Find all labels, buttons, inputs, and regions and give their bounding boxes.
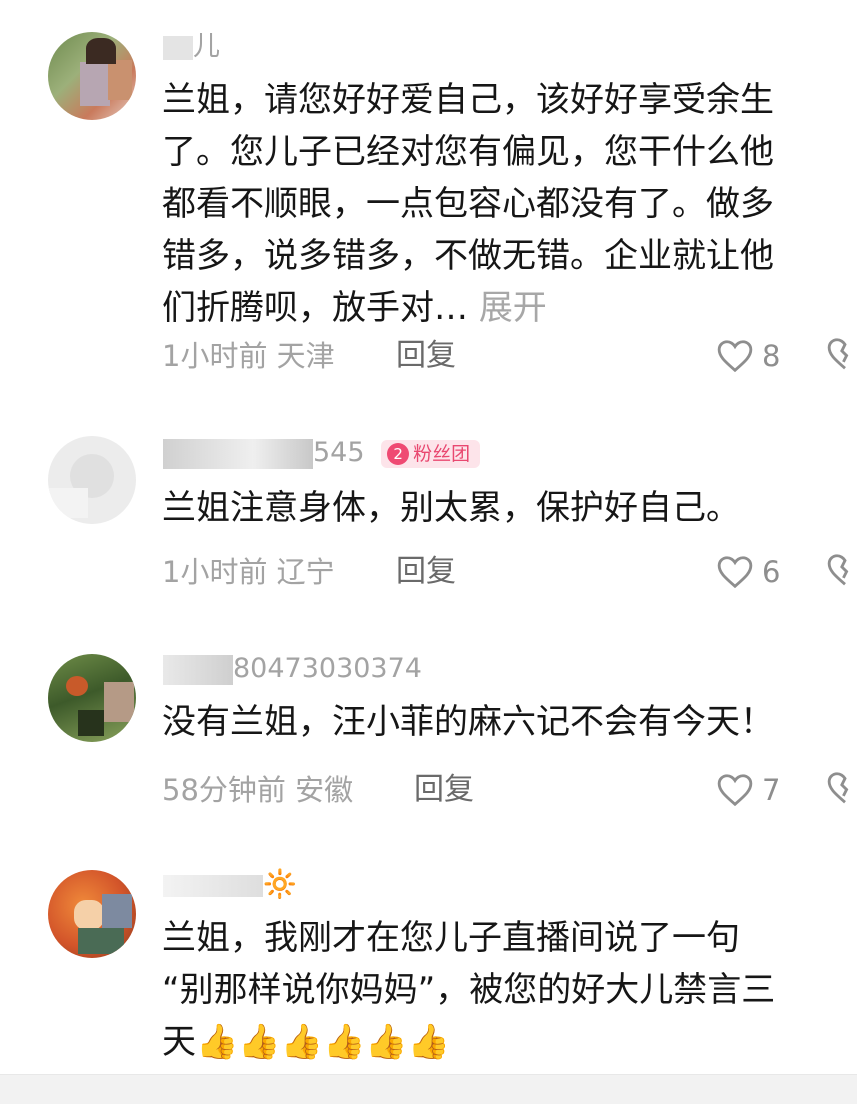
dislike-button[interactable] (826, 336, 857, 376)
username[interactable]: 545 2 粉丝团 (163, 436, 481, 470)
heart-outline-icon (717, 340, 753, 373)
avatar[interactable] (48, 436, 136, 524)
comment-line: 错多，说多错多，不做无错。企业就让他 (162, 236, 774, 276)
bottom-input-bar[interactable] (0, 1074, 857, 1104)
comment-line: 兰姐，请您好好爱自己，该好好享受余生 (162, 80, 774, 120)
comment-location: 安徽 (295, 773, 354, 807)
username[interactable]: 🔆 (163, 868, 297, 902)
comment-time: 1小时前 (162, 339, 268, 373)
comment-meta: 1小时前 辽宁 (162, 552, 335, 592)
heart-outline-icon (717, 556, 753, 589)
reply-button[interactable]: 回复 (396, 552, 456, 592)
like-count: 7 (762, 773, 781, 807)
username-redaction (163, 438, 313, 469)
reply-button[interactable]: 回复 (414, 770, 474, 810)
comment-line: 兰姐，我刚才在您儿子直播间说了一句 (162, 918, 740, 958)
comment-meta: 58分钟前 安徽 (162, 770, 353, 810)
username[interactable]: 儿 (163, 30, 220, 64)
avatar[interactable] (48, 870, 136, 958)
comment-line: “别那样说你妈妈”，被您的好大儿禁言三 (162, 970, 776, 1010)
comment-location: 天津 (276, 339, 335, 373)
comment-location: 辽宁 (276, 555, 335, 589)
username-redaction (163, 654, 233, 685)
comment-time: 1小时前 (162, 555, 268, 589)
dislike-button[interactable] (826, 552, 857, 592)
like-count: 6 (762, 555, 781, 589)
fans-club-badge: 2 粉丝团 (381, 439, 481, 468)
like-button[interactable]: 7 (716, 770, 780, 810)
comment-line: 们折腾呗，放手对… 展开 (162, 288, 547, 328)
avatar[interactable] (48, 654, 136, 742)
like-count: 8 (762, 339, 781, 373)
username[interactable]: 80473030374 (163, 652, 422, 686)
like-button[interactable]: 8 (716, 336, 780, 376)
comment-line: 都看不顺眼，一点包容心都没有了。做多 (162, 184, 774, 224)
comment-line: 兰姐注意身体，别太累，保护好自己。 (162, 488, 740, 528)
broken-heart-icon (827, 554, 849, 586)
avatar-mosaic (80, 62, 110, 106)
dislike-button[interactable] (826, 770, 857, 810)
reply-button[interactable]: 回复 (396, 336, 456, 376)
broken-heart-icon (827, 772, 849, 804)
comment-time: 58分钟前 (162, 773, 286, 807)
expand-link[interactable]: 展开 (479, 288, 547, 328)
username-redaction (163, 35, 193, 60)
like-button[interactable]: 6 (716, 552, 780, 592)
sun-icon: 🔆 (263, 869, 297, 900)
comment-meta: 1小时前 天津 (162, 336, 335, 376)
comment-line: 天👍👍👍👍👍👍 (162, 1022, 451, 1062)
heart-outline-icon (717, 774, 753, 807)
comment-text: 兰姐，我刚才在您儿子直播间说了一句 “别那样说你妈妈”，被您的好大儿禁言三 天👍… (162, 912, 857, 1068)
comment-line: 没有兰姐，汪小菲的麻六记不会有今天！ (162, 702, 774, 742)
comment-text: 兰姐注意身体，别太累，保护好自己。 (162, 482, 857, 534)
username-redaction (163, 874, 263, 897)
comment-text: 兰姐，请您好好爱自己，该好好享受余生 了。您儿子已经对您有偏见，您干什么他 都看… (162, 74, 857, 334)
broken-heart-icon (827, 338, 849, 370)
comment-line: 了。您儿子已经对您有偏见，您干什么他 (162, 132, 774, 172)
comment-text: 没有兰姐，汪小菲的麻六记不会有今天！ (162, 696, 857, 748)
avatar[interactable] (48, 32, 136, 120)
